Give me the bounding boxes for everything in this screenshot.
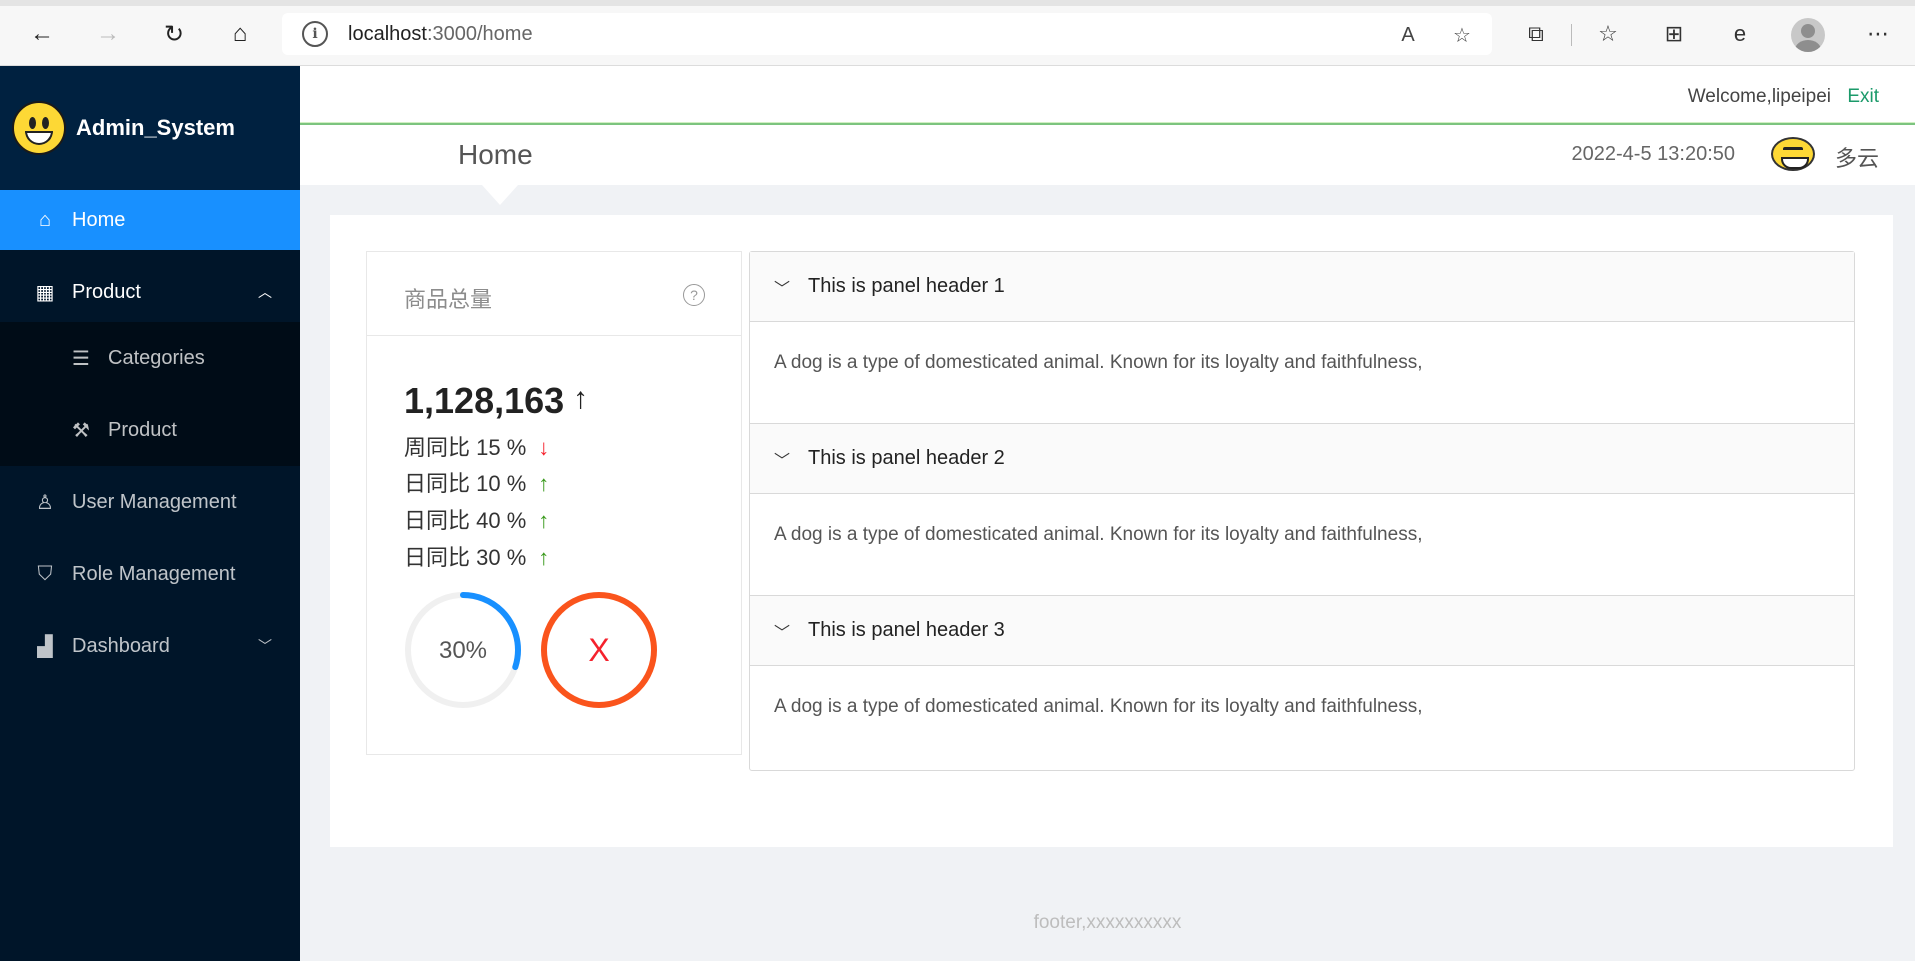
total-value: 1,128,163 <box>404 380 565 421</box>
sidebar: Admin_System ⌂ Home ▦ Product ︿ ☰ Catego… <box>0 66 300 961</box>
page-title: Home <box>458 139 533 170</box>
close-icon: X <box>588 632 609 668</box>
collections-icon[interactable]: ⊞ <box>1656 16 1692 52</box>
progress-circle: 30% <box>405 592 521 708</box>
toolbar-separator <box>1571 24 1572 46</box>
add-favorite-icon[interactable]: ☆ <box>1448 21 1476 49</box>
panel-header-label: This is panel header 2 <box>808 447 1005 469</box>
forward-icon[interactable]: → <box>90 16 126 52</box>
page-header: Home 2022-4-5 13:20:50 多云 <box>300 125 1915 205</box>
footer: footer,xxxxxxxxxx <box>1033 912 1182 933</box>
product-submenu: ☰ Categories ⚒ Product <box>0 322 300 466</box>
logo-area[interactable]: Admin_System <box>0 66 300 190</box>
favorites-icon[interactable]: ☆ <box>1590 16 1626 52</box>
extensions-icon[interactable]: ⧉ <box>1518 16 1554 52</box>
brand-title: Admin_System <box>76 115 235 140</box>
reload-icon[interactable]: ↻ <box>156 16 192 52</box>
sidebar-item-role-management[interactable]: ⛉ Role Management <box>0 538 300 610</box>
home-browser-icon[interactable]: ⌂ <box>222 16 258 52</box>
home-icon: ⌂ <box>38 208 52 231</box>
profile-avatar[interactable] <box>1791 18 1825 52</box>
panel-body-3: A dog is a type of domesticated animal. … <box>774 696 1423 717</box>
arrow-up-icon: ↑ <box>573 382 588 415</box>
card-header: 商品总量 ? <box>367 252 741 336</box>
question-icon[interactable]: ? <box>683 284 705 306</box>
sidebar-item-product[interactable]: ▦ Product ︿ <box>0 262 300 322</box>
collapse-panels: ﹀ This is panel header 1 A dog is a type… <box>749 251 1855 771</box>
stat-label: 周同比 15 % <box>404 435 527 460</box>
tool-icon: ⚒ <box>72 419 90 442</box>
datetime: 2022-4-5 13:20:50 <box>1571 143 1735 165</box>
sidebar-item-dashboard[interactable]: ▟ Dashboard ﹀ <box>0 610 300 682</box>
arrow-up-icon: ↑ <box>538 471 550 496</box>
stat-row: 日同比 10 % ↑ <box>404 466 549 498</box>
sidebar-item-label: User Management <box>72 490 237 513</box>
tab-strip <box>0 0 1915 6</box>
stat-row: 日同比 30 % ↑ <box>404 540 549 572</box>
url-text[interactable]: localhost:3000/home <box>348 23 533 46</box>
weather-icon <box>1771 137 1815 171</box>
progress-gauges: 30% X <box>405 592 657 708</box>
panel-header-1[interactable]: ﹀ This is panel header 1 <box>750 252 1854 322</box>
list-icon: ☰ <box>72 347 90 370</box>
sidebar-item-label: Product <box>72 280 141 303</box>
stat-row: 日同比 40 % ↑ <box>404 503 549 535</box>
panel-body-1: A dog is a type of domesticated animal. … <box>750 322 1854 424</box>
smiley-logo-icon <box>12 101 66 155</box>
read-aloud-icon[interactable]: A <box>1394 21 1422 49</box>
arrow-up-icon: ↑ <box>538 508 550 533</box>
top-header: Welcome,lipeipei Exit <box>300 66 1915 124</box>
stat-label: 日同比 40 % <box>404 508 527 533</box>
weather-text: 多云 <box>1834 146 1879 171</box>
sidebar-item-label: Home <box>72 208 126 231</box>
chevron-down-icon: ﹀ <box>774 452 791 470</box>
arrow-up-icon: ↑ <box>538 545 550 570</box>
stat-row: 周同比 15 % ↓ <box>404 430 549 462</box>
chevron-down-icon: ﹀ <box>774 624 791 642</box>
card-title: 商品总量 <box>404 287 493 312</box>
arrow-down-icon: ↓ <box>538 435 550 460</box>
panel-body-2: A dog is a type of domesticated animal. … <box>750 494 1854 596</box>
chart-icon: ▟ <box>37 635 53 658</box>
panel-header-2[interactable]: ﹀ This is panel header 2 <box>750 424 1854 494</box>
chevron-up-icon: ︿ <box>258 284 272 300</box>
sidebar-item-label: Product <box>108 418 177 441</box>
safety-icon: ⛉ <box>37 562 53 585</box>
panel-header-label: This is panel header 3 <box>808 619 1005 641</box>
back-icon[interactable]: ← <box>24 16 60 52</box>
url-host: localhost <box>348 22 427 45</box>
sidebar-item-user-management[interactable]: ♙ User Management <box>0 466 300 538</box>
sidebar-item-label: Categories <box>108 346 205 369</box>
sidebar-item-product-list[interactable]: ⚒ Product <box>0 394 300 466</box>
sidebar-item-label: Role Management <box>72 562 236 585</box>
browser-toolbar: ← → ↻ ⌂ i localhost:3000/home A ☆ ⧉ ☆ ⊞ … <box>0 0 1915 66</box>
product-total-card: 商品总量 ? 1,128,163 ↑ 周同比 15 % ↓ 日同比 10 % ↑ 日… <box>366 251 742 755</box>
title-pointer <box>482 185 518 205</box>
exit-link[interactable]: Exit <box>1847 86 1879 108</box>
panel-header-label: This is panel header 1 <box>808 275 1005 297</box>
progress-label: 30% <box>439 637 487 664</box>
stat-label: 日同比 10 % <box>404 471 527 496</box>
ie-mode-icon[interactable]: e <box>1722 16 1758 52</box>
more-icon[interactable]: ⋯ <box>1860 16 1896 52</box>
stat-label: 日同比 30 % <box>404 545 527 570</box>
appstore-icon: ▦ <box>35 281 55 304</box>
sidebar-item-home[interactable]: ⌂ Home <box>0 190 300 250</box>
site-info-icon[interactable]: i <box>302 21 328 47</box>
welcome-text: Welcome,lipeipei <box>1687 86 1831 107</box>
sidebar-item-categories[interactable]: ☰ Categories <box>0 322 300 394</box>
main-content: 商品总量 ? 1,128,163 ↑ 周同比 15 % ↓ 日同比 10 % ↑ 日… <box>330 215 1893 847</box>
panel-header-3[interactable]: ﹀ This is panel header 3 <box>750 596 1854 666</box>
error-circle: X <box>541 592 657 708</box>
chevron-down-icon: ﹀ <box>258 638 272 654</box>
url-path: :3000/home <box>426 22 533 45</box>
user-icon: ♙ <box>36 491 54 514</box>
sidebar-item-label: Dashboard <box>72 634 170 657</box>
chevron-down-icon: ﹀ <box>774 280 791 298</box>
address-bar[interactable]: i localhost:3000/home A ☆ <box>282 13 1492 55</box>
